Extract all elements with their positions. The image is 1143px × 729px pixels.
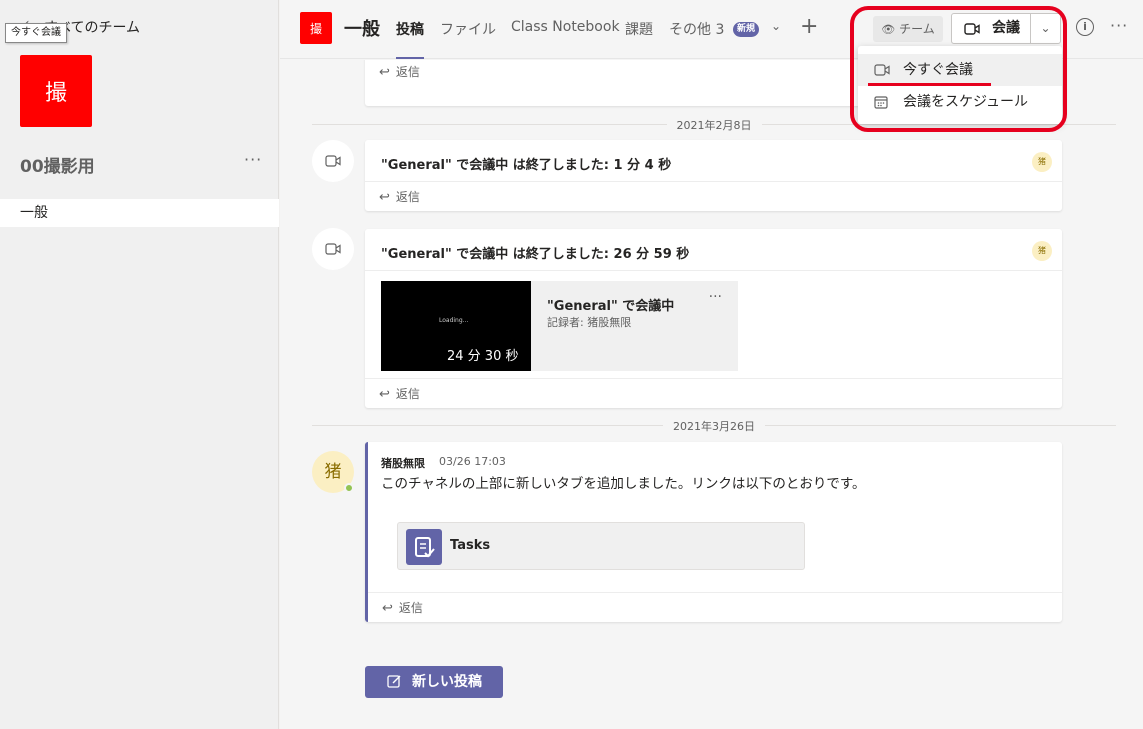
menu-item-label: 今すぐ会議 xyxy=(903,62,973,78)
calendar-icon xyxy=(874,96,888,109)
more-options-icon[interactable]: ··· xyxy=(1110,16,1128,35)
video-thumbnail[interactable]: Loading... 24 分 30 秒 xyxy=(381,281,531,371)
add-tab-icon[interactable]: + xyxy=(800,14,818,39)
video-duration: 24 分 30 秒 xyxy=(447,349,519,364)
tab-posts[interactable]: 投稿 xyxy=(396,19,424,59)
reply-label: 返信 xyxy=(395,190,420,204)
info-icon[interactable]: i xyxy=(1076,18,1094,36)
reply-arrow-icon: ↩ xyxy=(379,387,390,402)
compose-icon xyxy=(387,675,401,688)
recording-more-icon[interactable]: ··· xyxy=(709,289,722,305)
chevron-down-icon: ⌄ xyxy=(1040,21,1051,35)
reply-label: 返信 xyxy=(398,601,423,615)
divider xyxy=(365,270,1062,271)
meeting-icon xyxy=(312,140,354,182)
meeting-ended-title: "General" で会議中 は終了しました: 26 分 59 秒 xyxy=(381,247,690,262)
chevron-down-icon[interactable]: ⌄ xyxy=(771,19,781,33)
eye-icon: 👁 xyxy=(881,23,896,36)
message-text: このチャネルの上部に新しいタブを追加しました。リンクは以下のとおりです。 xyxy=(381,476,866,492)
menu-item-label: 会議をスケジュール xyxy=(903,94,1029,110)
reply-button[interactable]: ↩ 返信 xyxy=(368,592,1062,622)
attachment-title: Tasks xyxy=(450,538,491,553)
timestamp: 03/26 17:03 xyxy=(439,455,506,468)
reply-label: 返信 xyxy=(395,387,420,401)
tooltip: 今すぐ会議 xyxy=(5,23,67,43)
meeting-ended-title: "General" で会議中 は終了しました: 1 分 4 秒 xyxy=(381,158,672,173)
team-avatar[interactable]: 撮 xyxy=(20,55,92,127)
team-more-options-icon[interactable]: ··· xyxy=(244,150,262,169)
recording-info[interactable]: "General" で会議中 記録者: 猪股無限 ··· xyxy=(531,281,738,371)
tab-files[interactable]: ファイル xyxy=(440,19,496,59)
reply-arrow-icon: ↩ xyxy=(379,190,390,205)
loading-label: Loading... xyxy=(439,317,469,324)
date-label: 2021年2月8日 xyxy=(666,119,762,132)
new-badge: 新規 xyxy=(733,22,760,37)
recorder-label: 記録者: 猪股無限 xyxy=(547,316,632,329)
tasks-icon xyxy=(406,529,442,565)
team-sidebar: ‹ すべてのチーム 今すぐ会議 撮 00撮影用 ··· 一般 xyxy=(0,0,279,729)
avatar[interactable]: 猪 xyxy=(1032,241,1052,261)
recording-title: "General" で会議中 xyxy=(547,299,675,314)
team-button-label: チーム xyxy=(899,22,935,36)
video-camera-icon xyxy=(325,155,341,167)
message-card: 猪股無限 03/26 17:03 このチャネルの上部に新しいタブを追加しました。… xyxy=(365,442,1062,622)
video-camera-icon xyxy=(325,243,341,255)
meeting-icon xyxy=(312,228,354,270)
reply-button[interactable]: ↩ 返信 xyxy=(365,181,1062,211)
tab-more[interactable]: その他 3 xyxy=(669,19,724,59)
tasks-attachment[interactable]: Tasks xyxy=(397,522,805,570)
new-post-button[interactable]: 新しい投稿 xyxy=(365,666,503,698)
meeting-ended-card: "General" で会議中 は終了しました: 26 分 59 秒 猪 Load… xyxy=(365,229,1062,408)
meeting-ended-card: "General" で会議中 は終了しました: 1 分 4 秒 猪 ↩ 返信 xyxy=(365,140,1062,211)
date-label: 2021年3月26日 xyxy=(663,420,765,433)
author-name[interactable]: 猪股無限 xyxy=(381,455,425,471)
tab-class-notebook[interactable]: Class Notebook xyxy=(511,19,620,59)
meet-dropdown-button[interactable]: ⌄ xyxy=(1030,13,1061,44)
meet-dropdown-menu: 今すぐ会議 会議をスケジュール xyxy=(858,46,1062,124)
menu-item-meet-now[interactable]: 今すぐ会議 xyxy=(858,54,1062,86)
reply-arrow-icon: ↩ xyxy=(379,65,390,80)
meet-button[interactable]: 会議 xyxy=(951,13,1031,44)
reply-button[interactable]: ↩ 返信 xyxy=(365,378,1062,408)
menu-item-schedule-meeting[interactable]: 会議をスケジュール xyxy=(858,86,1062,118)
channel-title: 一般 xyxy=(344,19,380,40)
tab-assignments[interactable]: 課題 xyxy=(625,19,653,59)
presence-icon xyxy=(344,483,354,493)
team-button[interactable]: 👁 チーム xyxy=(873,16,943,42)
team-name: 00撮影用 xyxy=(20,157,95,177)
new-post-label: 新しい投稿 xyxy=(412,674,482,690)
video-camera-icon xyxy=(874,64,890,76)
avatar[interactable]: 猪 xyxy=(1032,152,1052,172)
date-separator: 2021年3月26日 xyxy=(312,418,1116,433)
reply-label: 返信 xyxy=(395,65,420,79)
sidebar-channel-general[interactable]: 一般 xyxy=(0,199,279,227)
video-camera-icon xyxy=(964,23,980,35)
channel-avatar: 撮 xyxy=(300,12,332,44)
conversation-feed: ↩ 返信 2021年2月8日 "General" で会議中 は終了しました: 1 … xyxy=(280,60,1143,729)
meet-button-label: 会議 xyxy=(992,20,1020,36)
reply-arrow-icon: ↩ xyxy=(382,601,393,616)
